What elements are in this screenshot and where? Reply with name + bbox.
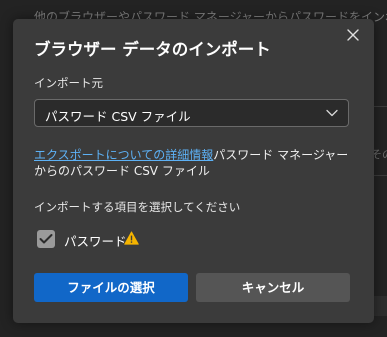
source-select-value: パスワード CSV ファイル	[45, 109, 191, 124]
cancel-button[interactable]: キャンセル	[196, 273, 350, 302]
warning-icon	[124, 231, 139, 245]
close-button[interactable]	[344, 26, 362, 44]
close-icon	[347, 29, 359, 41]
checkmark-icon	[39, 234, 53, 244]
learn-export-link[interactable]: エクスポートについての詳細情報	[34, 148, 213, 162]
page-backdrop: 他のブラウザーやパスワード マネージャーからパスワードをインポートする その ブ…	[0, 0, 387, 337]
source-description: エクスポートについての詳細情報パスワード マネージャーからのパスワード CSV …	[34, 147, 352, 179]
source-label: インポート元	[34, 76, 103, 90]
source-select[interactable]: パスワード CSV ファイル	[34, 99, 349, 127]
passwords-checkbox[interactable]	[37, 230, 55, 248]
passwords-checkbox-label: パスワード	[64, 234, 127, 249]
chevron-down-icon	[326, 109, 338, 117]
choose-file-button[interactable]: ファイルの選択	[34, 273, 188, 302]
dialog-title: ブラウザー データのインポート	[34, 40, 271, 59]
items-label: インポートする項目を選択してください	[34, 200, 241, 214]
import-dialog: ブラウザー データのインポート インポート元 パスワード CSV ファイル エク…	[13, 19, 374, 323]
